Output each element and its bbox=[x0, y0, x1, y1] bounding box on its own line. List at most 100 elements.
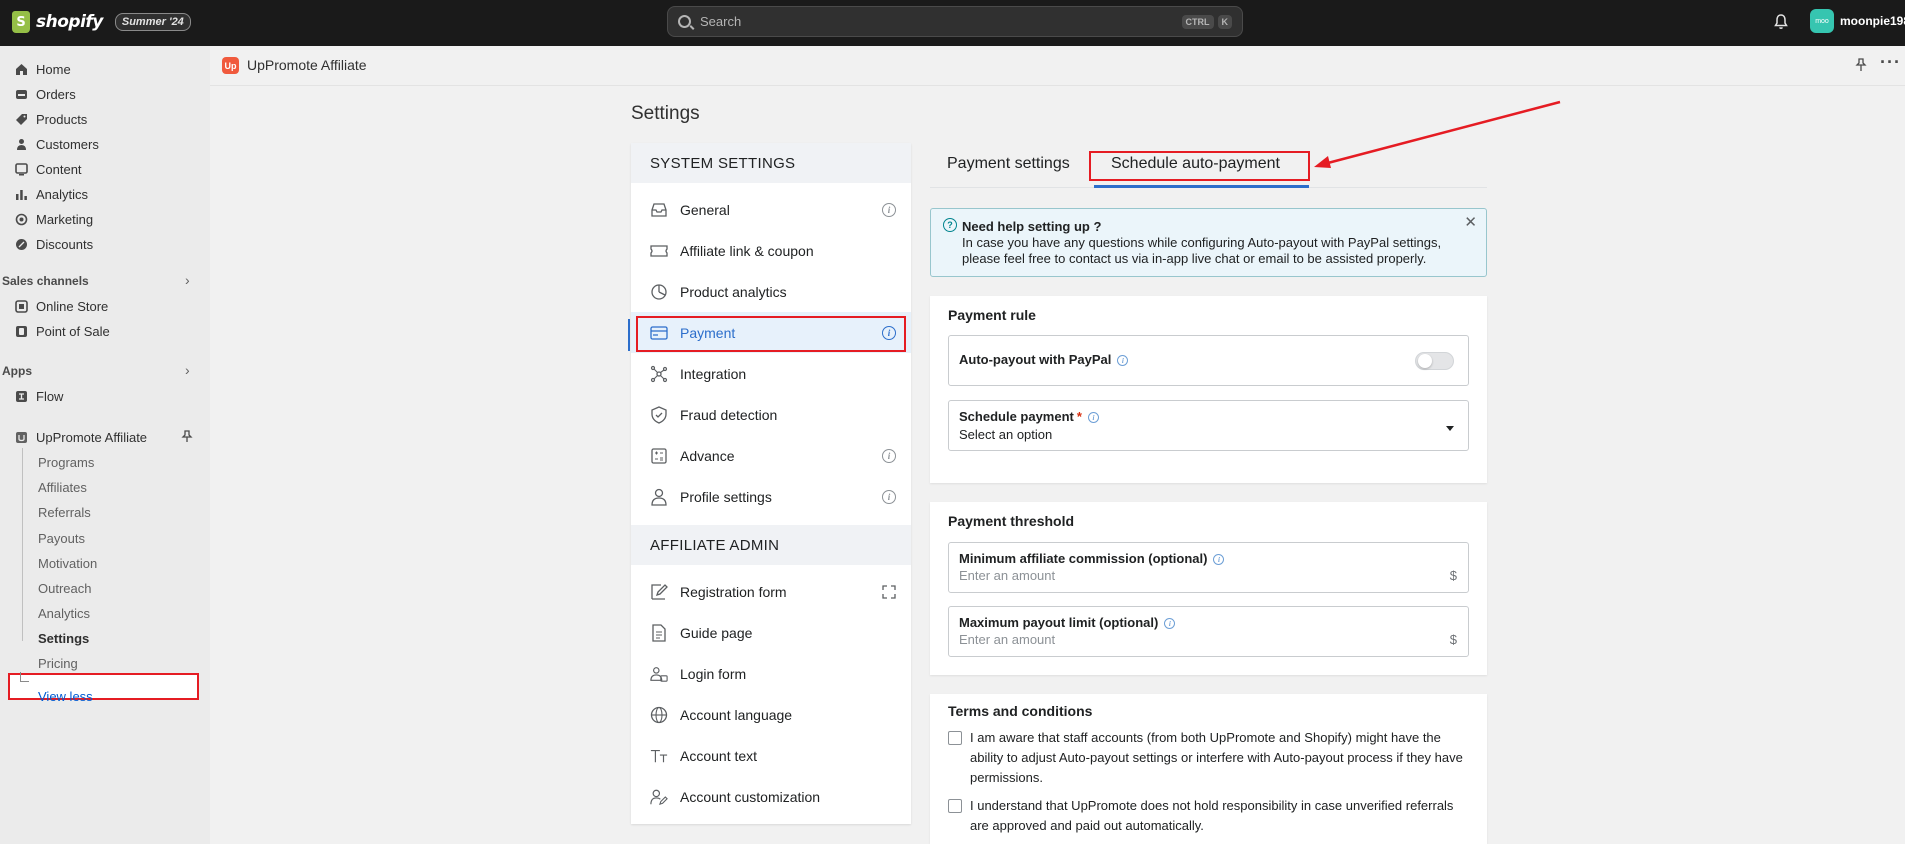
max-payout-label-text: Maximum payout limit (optional) bbox=[959, 615, 1159, 630]
sidebar-item-content[interactable]: Content bbox=[14, 158, 82, 180]
sidebar-subitem-settings[interactable]: Settings bbox=[38, 631, 89, 646]
shortcut-key-ctrl: CTRL bbox=[1181, 14, 1214, 29]
menu-label-login-form: Login form bbox=[680, 665, 747, 682]
info-icon[interactable]: i bbox=[882, 202, 896, 217]
payment-threshold-card: Payment threshold Minimum affiliate comm… bbox=[930, 502, 1487, 675]
sidebar-item-online-store[interactable]: Online Store bbox=[14, 295, 108, 317]
terms-checkbox[interactable] bbox=[948, 731, 962, 745]
sidebar-label-marketing: Marketing bbox=[36, 211, 94, 227]
sidebar-label-products: Products bbox=[36, 111, 88, 127]
search-bar[interactable]: Search CTRL K bbox=[667, 6, 1243, 37]
sidebar-item-discounts[interactable]: Discounts bbox=[14, 233, 93, 255]
inbox-icon bbox=[650, 201, 668, 219]
banner-title: Need help setting up ? bbox=[962, 219, 1102, 234]
min-commission-placeholder: Enter an amount bbox=[959, 568, 1056, 583]
flow-icon bbox=[14, 389, 28, 403]
top-bar: S shopify Summer '24 Search CTRL K moo m… bbox=[0, 0, 1905, 46]
menu-item-advance[interactable]: Advance i bbox=[631, 435, 911, 476]
min-commission-field[interactable]: Minimum affiliate commission (optional) i… bbox=[948, 542, 1469, 593]
close-icon[interactable]: ✕ bbox=[1464, 213, 1477, 231]
sidebar-subitem-motivation[interactable]: Motivation bbox=[38, 556, 97, 571]
sales-channels-chevron-icon[interactable]: › bbox=[185, 272, 190, 288]
menu-item-login-form[interactable]: Login form bbox=[631, 653, 911, 694]
sidebar-item-customers[interactable]: Customers bbox=[14, 133, 99, 155]
terms-card: Terms and conditions I am aware that sta… bbox=[930, 694, 1487, 844]
info-icon[interactable]: i bbox=[1164, 618, 1176, 630]
shortcut-key-k: K bbox=[1217, 14, 1232, 29]
tab-payment-settings[interactable]: Payment settings bbox=[947, 155, 1070, 173]
pie-chart-icon bbox=[650, 283, 668, 301]
info-icon[interactable]: i bbox=[882, 489, 896, 504]
sidebar-subitem-referrals[interactable]: Referrals bbox=[38, 505, 91, 520]
menu-label-general: General bbox=[680, 201, 730, 218]
avatar: moo bbox=[1810, 9, 1834, 33]
sidebar-subitem-payouts[interactable]: Payouts bbox=[38, 531, 85, 546]
sidebar-label-discounts: Discounts bbox=[36, 236, 94, 252]
sidebar-item-uppromote[interactable]: UpPromote Affiliate bbox=[14, 426, 147, 448]
auto-payout-label: Auto-payout with PayPal i bbox=[959, 352, 1129, 367]
pin-icon[interactable] bbox=[181, 430, 193, 443]
menu-item-product-analytics[interactable]: Product analytics bbox=[631, 271, 911, 312]
header-pin-icon[interactable] bbox=[1855, 58, 1867, 72]
sidebar-item-products[interactable]: Products bbox=[14, 108, 87, 130]
view-less-link[interactable]: View less bbox=[38, 689, 93, 704]
schedule-payment-select[interactable]: Schedule payment * i Select an option bbox=[948, 400, 1469, 451]
sidebar-subitem-affiliates[interactable]: Affiliates bbox=[38, 480, 87, 495]
sidebar-subitem-outreach[interactable]: Outreach bbox=[38, 581, 91, 596]
bell-icon[interactable] bbox=[1773, 13, 1789, 31]
menu-item-integration[interactable]: Integration bbox=[631, 353, 911, 394]
terms-checkbox-row[interactable]: I am aware that staff accounts (from bot… bbox=[948, 728, 1469, 788]
auto-payout-row: Auto-payout with PayPal i bbox=[948, 335, 1469, 386]
menu-item-account-customization[interactable]: Account customization bbox=[631, 776, 911, 817]
apps-chevron-icon[interactable]: › bbox=[185, 362, 190, 378]
info-icon[interactable]: i bbox=[1117, 355, 1129, 367]
sidebar-item-point-of-sale[interactable]: Point of Sale bbox=[14, 320, 110, 342]
orders-icon bbox=[14, 87, 28, 101]
min-commission-label: Minimum affiliate commission (optional) i bbox=[959, 551, 1225, 566]
menu-item-account-text[interactable]: Account text bbox=[631, 735, 911, 776]
menu-label-guide-page: Guide page bbox=[680, 624, 753, 641]
user-menu[interactable]: moo moonpie198 bbox=[1810, 9, 1905, 33]
menu-item-affiliate-link[interactable]: Affiliate link & coupon bbox=[631, 230, 911, 271]
settings-highlight-box bbox=[8, 673, 199, 700]
terms-checkbox[interactable] bbox=[948, 799, 962, 813]
sidebar-item-analytics[interactable]: Analytics bbox=[14, 183, 88, 205]
expand-icon[interactable] bbox=[882, 584, 896, 599]
annotation-arrow-icon bbox=[1314, 100, 1561, 168]
menu-item-fraud-detection[interactable]: Fraud detection bbox=[631, 394, 911, 435]
info-icon[interactable]: i bbox=[882, 448, 896, 463]
help-banner: ? Need help setting up ? In case you hav… bbox=[930, 208, 1487, 277]
info-icon[interactable]: i bbox=[1087, 412, 1099, 424]
user-edit-icon bbox=[650, 788, 668, 806]
auto-payout-toggle[interactable] bbox=[1415, 352, 1454, 370]
sidebar-subitem-analytics[interactable]: Analytics bbox=[38, 606, 90, 621]
sidebar-item-orders[interactable]: Orders bbox=[14, 83, 76, 105]
sidebar-item-marketing[interactable]: Marketing bbox=[14, 208, 93, 230]
sidebar-label-home: Home bbox=[36, 61, 71, 77]
app-header: Up UpPromote Affiliate ··· bbox=[210, 46, 1905, 86]
menu-item-account-language[interactable]: Account language bbox=[631, 694, 911, 735]
auto-payout-label-text: Auto-payout with PayPal bbox=[959, 352, 1112, 367]
shopify-logo[interactable]: S shopify Summer '24 bbox=[12, 11, 191, 33]
more-options-icon[interactable]: ··· bbox=[1880, 52, 1901, 73]
payment-rule-title: Payment rule bbox=[948, 307, 1036, 323]
sidebar-item-flow[interactable]: Flow bbox=[14, 385, 63, 407]
max-payout-field[interactable]: Maximum payout limit (optional) i Enter a… bbox=[948, 606, 1469, 657]
payment-highlight-box bbox=[636, 316, 906, 352]
terms-checkbox-row[interactable]: I understand that UpPromote does not hol… bbox=[948, 796, 1469, 836]
menu-item-profile-settings[interactable]: Profile settings i bbox=[631, 476, 911, 517]
sidebar-item-home[interactable]: Home bbox=[14, 58, 71, 80]
info-icon[interactable]: i bbox=[1213, 554, 1225, 566]
person-icon bbox=[14, 137, 28, 151]
apps-heading[interactable]: Apps bbox=[2, 364, 32, 378]
menu-item-general[interactable]: General i bbox=[631, 189, 911, 230]
globe-icon bbox=[650, 706, 668, 724]
sales-channels-heading[interactable]: Sales channels bbox=[2, 274, 89, 288]
terms-title: Terms and conditions bbox=[948, 703, 1093, 719]
tab-highlight-box bbox=[1089, 151, 1310, 181]
menu-item-registration-form[interactable]: Registration form bbox=[631, 571, 911, 612]
sidebar-subitem-programs[interactable]: Programs bbox=[38, 455, 94, 470]
sidebar-subitem-pricing[interactable]: Pricing bbox=[38, 656, 78, 671]
menu-item-guide-page[interactable]: Guide page bbox=[631, 612, 911, 653]
edition-badge[interactable]: Summer '24 bbox=[114, 13, 191, 31]
